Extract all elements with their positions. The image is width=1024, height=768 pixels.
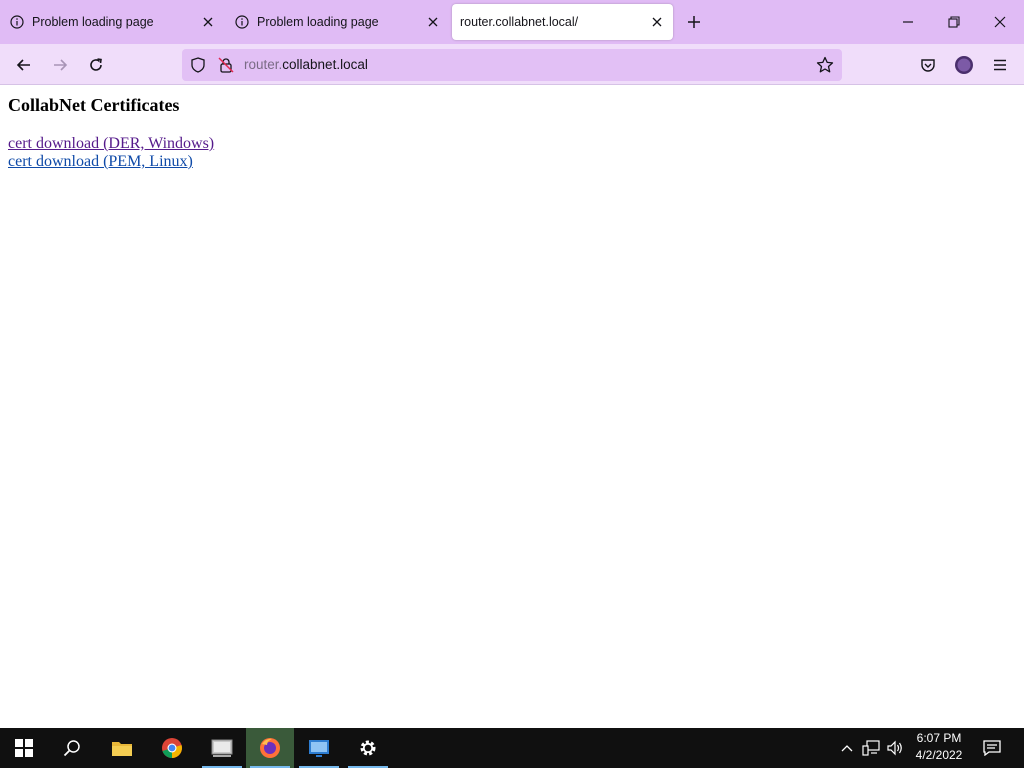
tab-title: Problem loading page (257, 15, 379, 29)
bookmark-star-icon[interactable] (816, 56, 834, 79)
settings-icon[interactable] (344, 728, 392, 768)
info-icon (10, 15, 24, 29)
url-text[interactable]: router.collabnet.local (244, 57, 368, 72)
insecure-lock-icon[interactable] (218, 57, 234, 78)
restore-button[interactable] (944, 12, 964, 32)
show-hidden-icons-chevron-icon[interactable] (838, 728, 856, 768)
taskbar: 6:07 PM 4/2/2022 (0, 728, 1024, 768)
firefox-icon[interactable] (246, 728, 294, 768)
navigation-bar: router.collabnet.local (0, 44, 1024, 85)
forward-button[interactable] (48, 53, 72, 77)
page-content: CollabNet Certificates cert download (DE… (8, 95, 214, 171)
url-host-prefix: router. (244, 57, 283, 72)
clock-date: 4/2/2022 (915, 748, 963, 762)
remote-desktop-icon[interactable] (295, 728, 343, 768)
close-tab-icon[interactable] (647, 12, 667, 32)
tracking-protection-icon[interactable] (190, 57, 206, 78)
network-app-icon[interactable] (198, 728, 246, 768)
network-icon[interactable] (860, 728, 882, 768)
tab-bar: Problem loading page Problem loading pag… (0, 0, 1024, 44)
windows-start-icon[interactable] (0, 728, 48, 768)
system-clock[interactable]: 6:07 PM 4/2/2022 (906, 730, 972, 766)
file-explorer-icon[interactable] (98, 728, 146, 768)
tab-title: Problem loading page (32, 15, 154, 29)
tab-problem-loading-2[interactable]: Problem loading page (225, 4, 449, 40)
volume-icon[interactable] (884, 728, 906, 768)
clock-time: 6:07 PM (916, 731, 962, 745)
pem-linux-cert-link[interactable]: cert download (PEM, Linux) (8, 153, 214, 171)
minimize-button[interactable] (898, 12, 918, 32)
close-tab-icon[interactable] (198, 12, 218, 32)
close-tab-icon[interactable] (423, 12, 443, 32)
search-icon[interactable] (48, 728, 96, 768)
new-tab-button[interactable] (684, 12, 704, 32)
notifications-icon[interactable] (980, 728, 1004, 768)
account-avatar-icon[interactable] (952, 53, 976, 77)
page-title: CollabNet Certificates (8, 95, 180, 115)
url-host-main: collabnet.local (282, 57, 368, 72)
back-button[interactable] (12, 53, 36, 77)
tab-router-collabnet[interactable]: router.collabnet.local/ (452, 4, 673, 40)
tab-title: router.collabnet.local/ (460, 15, 579, 29)
hamburger-menu-icon[interactable] (988, 53, 1012, 77)
chrome-icon[interactable] (148, 728, 196, 768)
der-windows-cert-link[interactable]: cert download (DER, Windows) (8, 135, 214, 153)
pocket-icon[interactable] (916, 53, 940, 77)
close-window-button[interactable] (990, 12, 1010, 32)
reload-button[interactable] (84, 53, 108, 77)
info-icon (235, 15, 249, 29)
url-bar[interactable]: router.collabnet.local (182, 49, 842, 81)
tab-problem-loading-1[interactable]: Problem loading page (0, 4, 224, 40)
